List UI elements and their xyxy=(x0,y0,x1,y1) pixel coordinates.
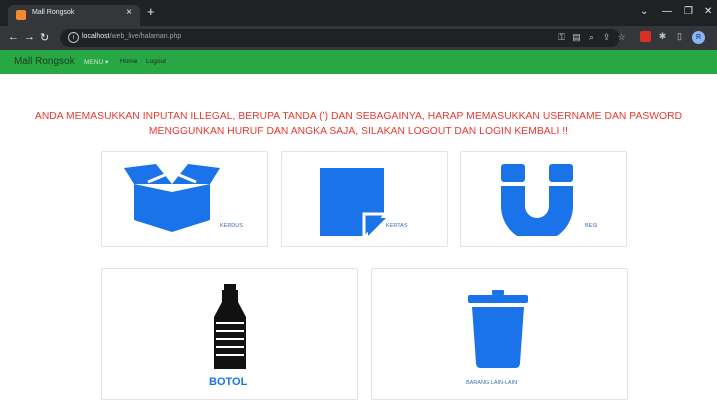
new-tab-button[interactable]: + xyxy=(147,5,155,19)
navbar-brand[interactable]: Mall Rongsok xyxy=(14,56,75,67)
share-icon[interactable]: ⇪ xyxy=(601,32,612,43)
category-card-besi[interactable]: BESI xyxy=(460,151,627,247)
category-card-botol[interactable]: BOTOL xyxy=(101,268,358,400)
warning-line-1: ANDA MEMASUKKAN INPUTAN ILLEGAL, BERUPA … xyxy=(34,111,683,122)
nav-logout-link[interactable]: Logout xyxy=(146,58,166,65)
minimize-icon[interactable]: — xyxy=(662,6,672,17)
magnet-icon xyxy=(501,164,573,236)
favicon-icon xyxy=(16,10,26,20)
address-bar[interactable]: i localhost/web_live/halaman.php ⚿ ▤ ⌕ ⇪… xyxy=(60,29,626,47)
category-label: BESI xyxy=(585,223,598,229)
nav-home-link[interactable]: Home xyxy=(120,58,137,65)
forward-icon[interactable]: → xyxy=(24,31,35,43)
bottle-icon xyxy=(214,284,246,369)
bookmark-star-icon[interactable]: ☆ xyxy=(616,32,627,43)
back-icon[interactable]: ← xyxy=(8,31,19,43)
category-label: BOTOL xyxy=(209,376,248,388)
close-window-icon[interactable]: ✕ xyxy=(704,6,712,17)
box-icon xyxy=(124,164,220,232)
browser-toolbar: ← → ↻ i localhost/web_live/halaman.php ⚿… xyxy=(0,26,717,50)
translate-icon[interactable]: ▤ xyxy=(571,32,582,43)
zoom-icon[interactable]: ⌕ xyxy=(586,32,597,43)
category-label: KERDUS xyxy=(220,223,243,229)
profile-avatar[interactable]: R xyxy=(692,31,705,44)
extension-icon[interactable] xyxy=(640,31,651,42)
key-icon[interactable]: ⚿ xyxy=(556,32,567,43)
side-panel-icon[interactable]: ▯ xyxy=(674,31,685,42)
warning-line-2: MENGGUNKAN HURUF DAN ANGKA SAJA, SILAKAN… xyxy=(148,126,569,137)
illegal-input-warning: ANDA MEMASUKKAN INPUTAN ILLEGAL, BERUPA … xyxy=(0,109,717,139)
category-label: KERTAS xyxy=(386,223,408,229)
reload-icon[interactable]: ↻ xyxy=(40,31,49,44)
category-card-kertas[interactable]: KERTAS xyxy=(281,151,448,247)
category-card-barang-lain-lain[interactable]: BARANG LAIN-LAIN xyxy=(371,268,628,400)
site-info-icon[interactable]: i xyxy=(68,32,79,43)
paper-icon xyxy=(320,168,386,236)
trash-bin-icon xyxy=(468,290,528,368)
browser-tab-strip: Mall Rongsok × + ⌄ — ❐ ✕ xyxy=(0,0,717,26)
url-text: localhost/web_live/halaman.php xyxy=(82,33,182,40)
tab-close-icon[interactable]: × xyxy=(126,7,132,18)
browser-tab[interactable]: Mall Rongsok × xyxy=(8,5,140,26)
category-card-kerdus[interactable]: KERDUS xyxy=(101,151,268,247)
menu-dropdown[interactable]: MENU ▾ xyxy=(84,58,108,66)
extensions-puzzle-icon[interactable]: ✱ xyxy=(657,31,668,42)
site-navbar: Mall Rongsok MENU ▾ Home Logout xyxy=(0,50,717,74)
category-label: BARANG LAIN-LAIN xyxy=(466,380,518,386)
tab-title: Mall Rongsok xyxy=(32,9,75,16)
restore-icon[interactable]: ❐ xyxy=(684,6,693,17)
tab-search-icon[interactable]: ⌄ xyxy=(640,6,648,17)
